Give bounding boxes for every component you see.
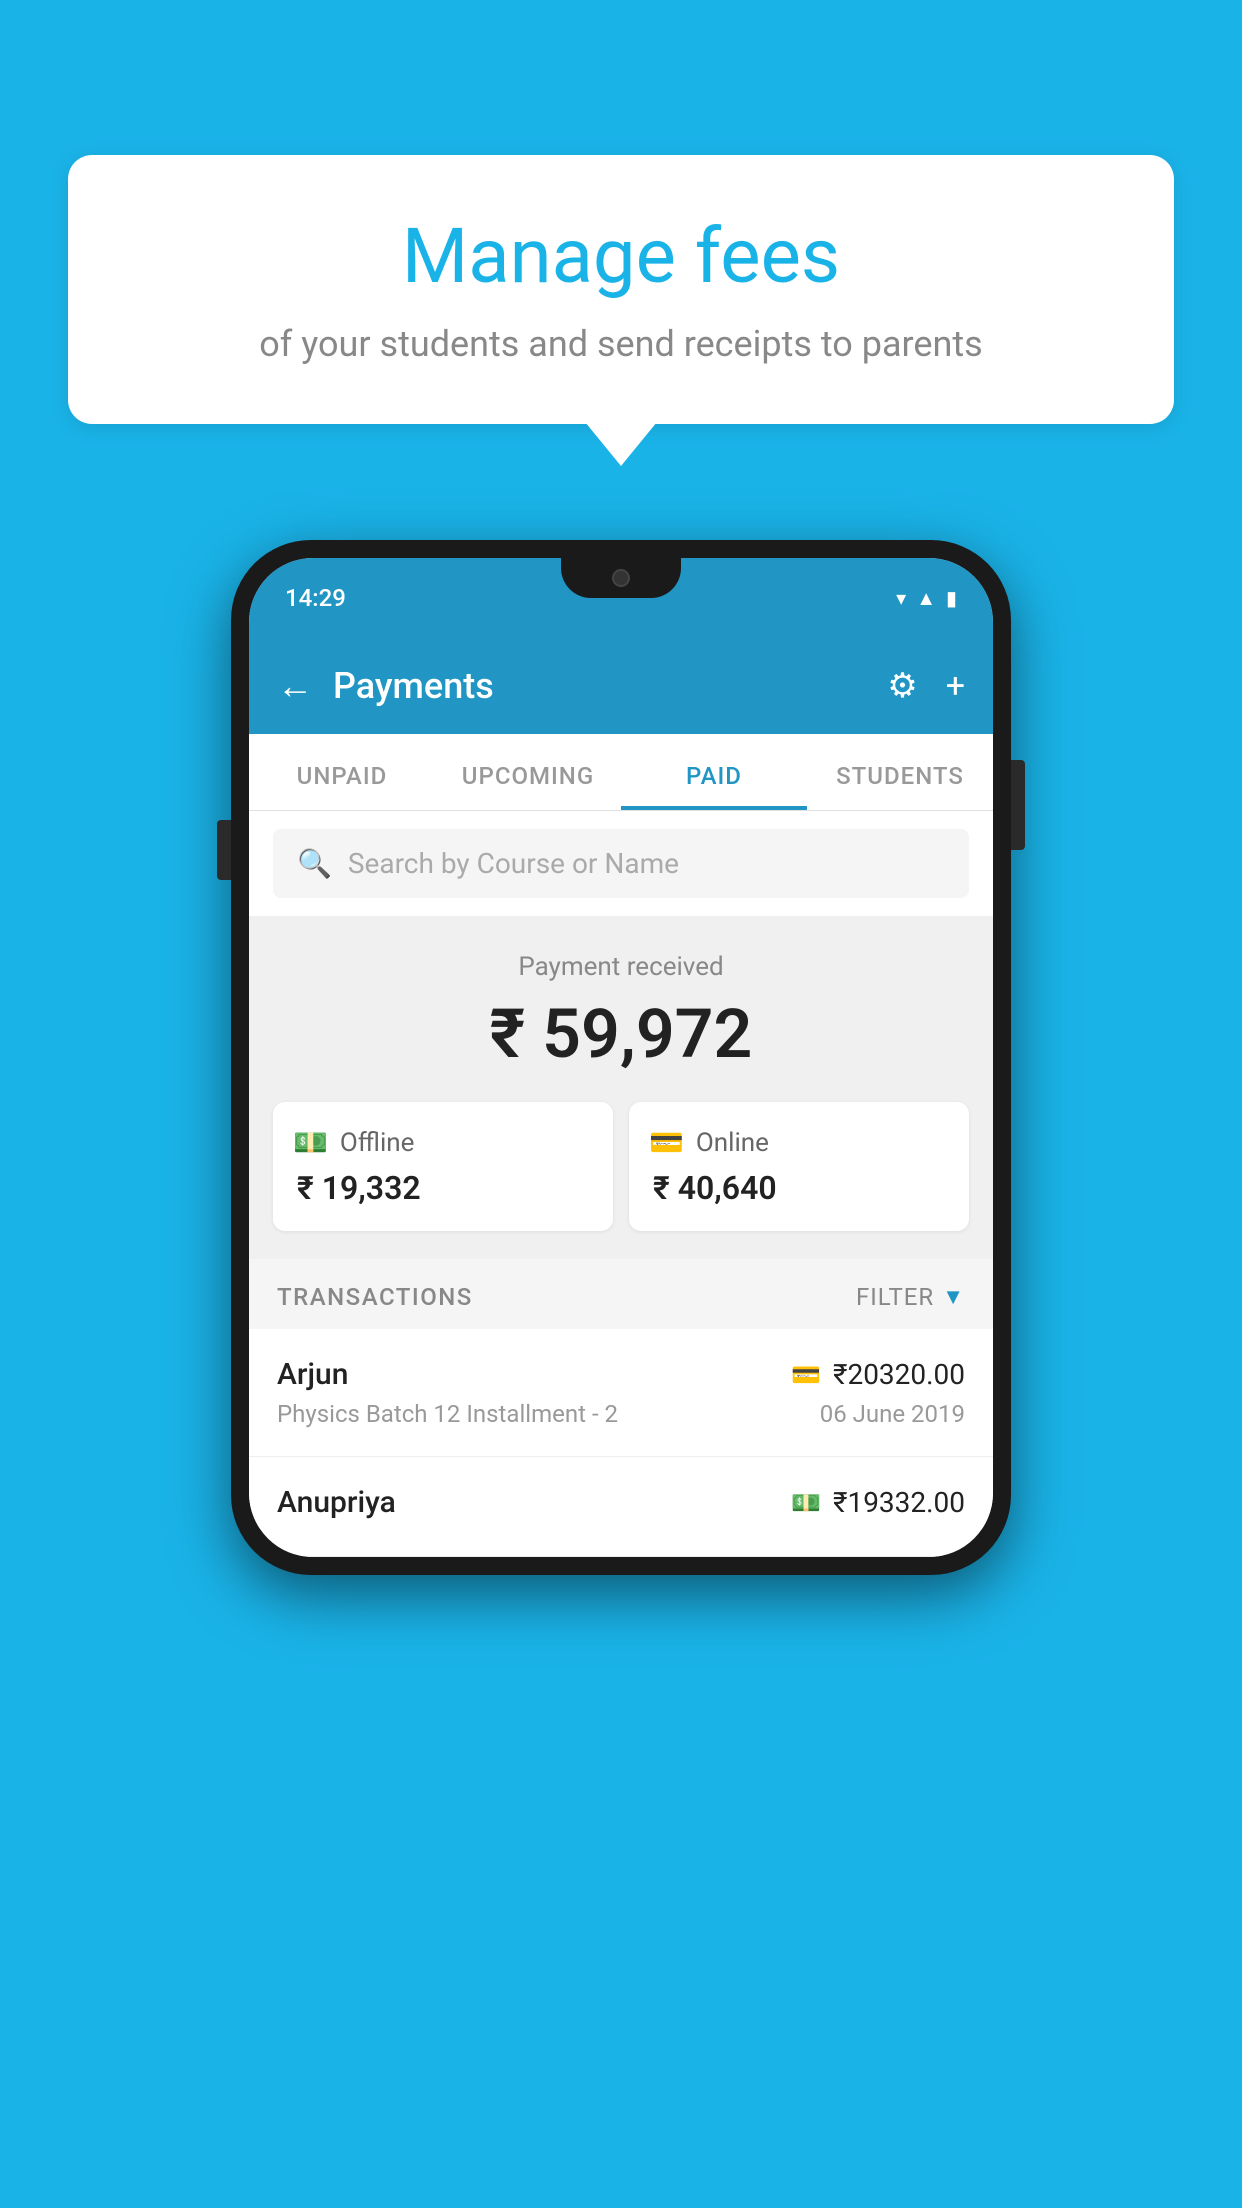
transactions-header: TRANSACTIONS FILTER ▼ bbox=[249, 1259, 993, 1329]
offline-card-header: 💵 Offline bbox=[293, 1126, 593, 1159]
app-bar: ← Payments ⚙ + bbox=[249, 638, 993, 734]
tab-upcoming[interactable]: UPCOMING bbox=[435, 734, 621, 810]
search-placeholder: Search by Course or Name bbox=[348, 847, 679, 880]
online-card: 💳 Online ₹ 40,640 bbox=[629, 1102, 969, 1231]
transactions-label: TRANSACTIONS bbox=[277, 1283, 473, 1311]
transaction-course: Physics Batch 12 Installment - 2 bbox=[277, 1400, 618, 1428]
transaction-name: Anupriya bbox=[277, 1485, 396, 1520]
transaction-name: Arjun bbox=[277, 1357, 348, 1392]
payment-cards: 💵 Offline ₹ 19,332 💳 Online ₹ 40,640 bbox=[273, 1102, 969, 1231]
transaction-row[interactable]: Anupriya 💵 ₹19332.00 bbox=[249, 1457, 993, 1557]
status-icons: ▾ ▲ ▮ bbox=[896, 586, 957, 611]
status-time: 14:29 bbox=[285, 584, 346, 612]
offline-label: Offline bbox=[340, 1128, 415, 1158]
offline-card: 💵 Offline ₹ 19,332 bbox=[273, 1102, 613, 1231]
transaction-row-bottom: Physics Batch 12 Installment - 2 06 June… bbox=[277, 1400, 965, 1428]
card-icon: 💳 bbox=[791, 1361, 821, 1389]
phone-screen: 14:29 ▾ ▲ ▮ ← Payments ⚙ + bbox=[249, 558, 993, 1557]
tab-unpaid[interactable]: UNPAID bbox=[249, 734, 435, 810]
filter-icon: ▼ bbox=[942, 1284, 965, 1310]
offline-amount: ₹ 19,332 bbox=[293, 1169, 593, 1207]
payment-summary: Payment received ₹ 59,972 💵 Offline ₹ 19… bbox=[249, 916, 993, 1259]
cash-icon: 💵 bbox=[791, 1489, 821, 1517]
search-box[interactable]: 🔍 Search by Course or Name bbox=[273, 829, 969, 898]
transaction-amount: ₹20320.00 bbox=[833, 1358, 965, 1391]
transaction-amount-wrap: 💵 ₹19332.00 bbox=[791, 1486, 965, 1519]
transaction-row[interactable]: Arjun 💳 ₹20320.00 Physics Batch 12 Insta… bbox=[249, 1329, 993, 1457]
tab-paid[interactable]: PAID bbox=[621, 734, 807, 810]
notch-cutout bbox=[561, 558, 681, 598]
transaction-row-top: Anupriya 💵 ₹19332.00 bbox=[277, 1485, 965, 1520]
filter-button[interactable]: FILTER ▼ bbox=[856, 1283, 965, 1311]
speech-bubble-subtitle: of your students and send receipts to pa… bbox=[118, 319, 1124, 369]
tab-students[interactable]: STUDENTS bbox=[807, 734, 993, 810]
transaction-date: 06 June 2019 bbox=[820, 1400, 965, 1428]
speech-bubble-title: Manage fees bbox=[118, 215, 1124, 299]
gear-icon[interactable]: ⚙ bbox=[887, 666, 917, 706]
camera-dot bbox=[612, 569, 630, 587]
back-button[interactable]: ← bbox=[277, 665, 313, 707]
tabs: UNPAID UPCOMING PAID STUDENTS bbox=[249, 734, 993, 811]
speech-bubble-container: Manage fees of your students and send re… bbox=[68, 155, 1174, 424]
search-icon: 🔍 bbox=[297, 847, 332, 880]
phone-outer: 14:29 ▾ ▲ ▮ ← Payments ⚙ + bbox=[231, 540, 1011, 1575]
wifi-icon: ▾ bbox=[896, 586, 906, 610]
online-card-header: 💳 Online bbox=[649, 1126, 949, 1159]
transaction-amount-wrap: 💳 ₹20320.00 bbox=[791, 1358, 965, 1391]
phone-container: 14:29 ▾ ▲ ▮ ← Payments ⚙ + bbox=[231, 540, 1011, 1575]
status-bar: 14:29 ▾ ▲ ▮ bbox=[249, 558, 993, 638]
transaction-amount: ₹19332.00 bbox=[833, 1486, 965, 1519]
battery-icon: ▮ bbox=[946, 586, 957, 610]
speech-bubble: Manage fees of your students and send re… bbox=[68, 155, 1174, 424]
offline-icon: 💵 bbox=[293, 1126, 328, 1159]
online-amount: ₹ 40,640 bbox=[649, 1169, 949, 1207]
payment-received-label: Payment received bbox=[273, 952, 969, 982]
search-container: 🔍 Search by Course or Name bbox=[249, 811, 993, 916]
app-bar-title: Payments bbox=[333, 665, 867, 707]
app-bar-actions: ⚙ + bbox=[887, 666, 965, 706]
payment-total-amount: ₹ 59,972 bbox=[273, 994, 969, 1074]
plus-icon[interactable]: + bbox=[946, 666, 965, 706]
online-label: Online bbox=[696, 1128, 769, 1158]
transaction-row-top: Arjun 💳 ₹20320.00 bbox=[277, 1357, 965, 1392]
signal-icon: ▲ bbox=[916, 586, 936, 611]
filter-label: FILTER bbox=[856, 1283, 934, 1311]
online-icon: 💳 bbox=[649, 1126, 684, 1159]
